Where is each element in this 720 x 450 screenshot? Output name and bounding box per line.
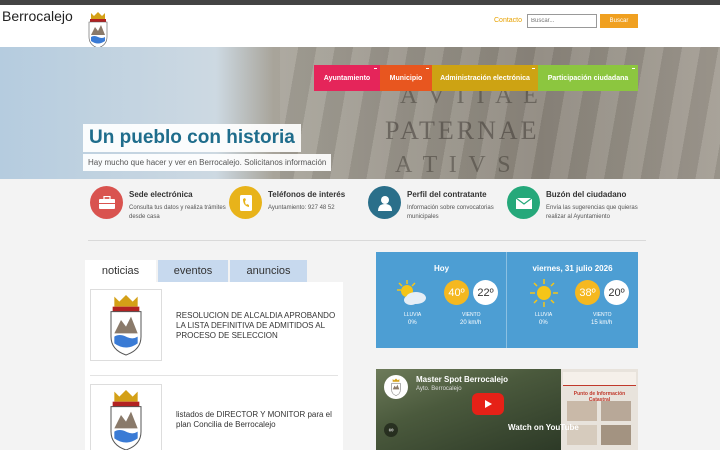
watch-label: Watch on <box>508 423 544 432</box>
feature-description: Envía las sugerencias que quieras realiz… <box>546 205 638 220</box>
tab-anuncios[interactable]: anuncios <box>230 260 307 282</box>
news-thumbnail[interactable] <box>90 289 162 361</box>
tab-label: anuncios <box>246 265 291 277</box>
play-icon <box>485 400 492 408</box>
rain-label: LLUVIA <box>535 312 553 318</box>
video-embed[interactable]: Punto de Información Catastral Master Sp… <box>376 369 638 450</box>
sun-icon <box>530 279 558 307</box>
search-button[interactable]: Buscar <box>600 14 638 28</box>
phone-icon <box>229 186 262 219</box>
person-icon <box>368 186 401 219</box>
tab-label: eventos <box>173 265 213 277</box>
news-title[interactable]: RESOLUCION DE ALCALDIA APROBANDO LA LIST… <box>176 311 341 341</box>
nav-label: Municipio <box>389 74 423 82</box>
envelope-icon <box>507 186 540 219</box>
contact-link[interactable]: Contacto <box>494 17 522 24</box>
news-separator <box>90 375 338 376</box>
rain-value: 0% <box>408 320 417 326</box>
news-panel: RESOLUCION DE ALCALDIA APROBANDO LA LIST… <box>85 282 343 450</box>
weather-day: Hoy 40º 22º LLUVIA 0% VIENTO 20 km/h <box>376 252 507 348</box>
feature-title: Perfil del contratante <box>407 190 487 199</box>
nav-participacion[interactable]: Participación ciudadana <box>538 65 638 91</box>
weather-day-label: viernes, 31 julio 2026 <box>532 264 613 273</box>
nav-administracion[interactable]: Administración electrónica <box>432 65 538 91</box>
search-input[interactable] <box>527 14 597 28</box>
feature-description: Consulta tus datos y realiza trámites de… <box>129 205 226 220</box>
video-channel[interactable]: Ayto. Berrocalejo <box>416 386 462 392</box>
hero-banner: A V I I A E PATERNAE A T I V S Ayuntamie… <box>0 47 720 179</box>
play-button[interactable] <box>472 393 504 415</box>
youtube-label: YouTube <box>545 423 579 432</box>
nav-label: Administración electrónica <box>440 74 530 82</box>
crest-icon <box>110 295 142 356</box>
svg-text:A T I V S: A T I V S <box>395 152 514 178</box>
hero-subtitle[interactable]: Hay mucho que hacer y ver en Berrocalejo… <box>83 154 332 171</box>
feature-description: Ayuntamiento: 927 48 52 <box>268 205 335 211</box>
wind-label: VIENTO <box>462 312 481 318</box>
wind-value: 20 km/h <box>460 320 482 326</box>
temp-min: 20º <box>604 280 629 305</box>
temp-min: 22º <box>473 280 498 305</box>
crest-icon <box>391 378 401 396</box>
weather-day-label: Hoy <box>433 264 450 273</box>
news-thumbnail[interactable] <box>90 384 162 450</box>
crest-logo[interactable] <box>86 11 110 49</box>
feature-title: Sede electrónica <box>129 190 193 199</box>
brand-small-text: AYUNTAMIENTO DE <box>117 18 182 24</box>
nav-label: Ayuntamiento <box>323 74 371 82</box>
weather-widget: Hoy 40º 22º LLUVIA 0% VIENTO 20 km/h vie… <box>376 252 638 348</box>
video-side-image: Punto de Información Catastral <box>561 369 638 450</box>
sun-cloud-icon <box>397 280 426 305</box>
tab-label: noticias <box>101 265 140 277</box>
section-divider <box>88 240 646 241</box>
document-header <box>563 372 636 386</box>
nav-ayuntamiento[interactable]: Ayuntamiento <box>314 65 380 91</box>
feature-title: Buzón del ciudadano <box>546 190 627 199</box>
hero-title: Un pueblo con historia <box>83 124 301 152</box>
rain-value: 0% <box>539 320 548 326</box>
wind-label: VIENTO <box>593 312 612 318</box>
tab-noticias[interactable]: noticias <box>85 260 156 282</box>
brand-name: BERROCALEJO <box>117 28 207 40</box>
wind-value: 15 km/h <box>591 320 613 326</box>
crest-icon <box>110 390 142 450</box>
nav-label: Participación ciudadana <box>547 74 629 82</box>
weather-day: viernes, 31 julio 2026 38º 20º LLUVIA 0%… <box>507 252 638 348</box>
site-title[interactable]: Berrocalejo <box>2 8 73 24</box>
rain-label: LLUVIA <box>404 312 422 318</box>
channel-logo[interactable] <box>384 375 408 399</box>
tab-eventos[interactable]: eventos <box>158 260 228 282</box>
feature-title: Teléfonos de interés <box>268 190 346 199</box>
header: Berrocalejo AYUNTAMIENTO DE BERROCALEJO … <box>0 5 720 49</box>
link-icon[interactable]: ∞ <box>384 423 398 437</box>
feature-description: Información sobre convocatorias municipa… <box>407 205 494 220</box>
news-title[interactable]: listados de DIRECTOR Y MONITOR para el p… <box>176 410 341 430</box>
svg-text:PATERNAE: PATERNAE <box>385 116 540 145</box>
temp-max: 40º <box>444 280 469 305</box>
video-title[interactable]: Master Spot Berrocalejo <box>416 375 508 384</box>
watch-on-youtube[interactable]: Watch on YouTube <box>508 423 579 432</box>
briefcase-icon <box>90 186 123 219</box>
temp-max: 38º <box>575 280 600 305</box>
nav-municipio[interactable]: Municipio <box>380 65 432 91</box>
